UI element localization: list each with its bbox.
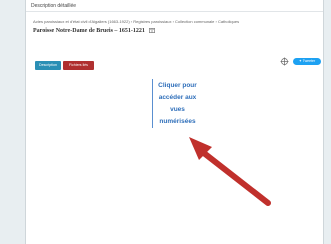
breadcrumb[interactable]: Actes paroissiaux et d'état civil d'Aiga… bbox=[33, 19, 239, 24]
register-book-icon[interactable] bbox=[149, 28, 156, 33]
callout-line-3[interactable]: vues bbox=[153, 106, 202, 113]
divider bbox=[26, 11, 323, 12]
twitter-bird-icon: ✦ bbox=[298, 59, 302, 63]
tab-linked-files[interactable]: Fichiers liés bbox=[63, 61, 94, 70]
page-title-text: Paroisse Notre-Dame de Brueis – 1651-122… bbox=[33, 28, 145, 34]
tweet-button-label: Tweeter bbox=[302, 59, 316, 63]
tab-description[interactable]: Description bbox=[35, 61, 61, 70]
tweet-button[interactable]: ✦ Tweeter bbox=[293, 58, 321, 65]
crosshair-icon[interactable] bbox=[280, 57, 289, 66]
callout-line-2[interactable]: accéder aux bbox=[153, 94, 202, 101]
view-scans-callout[interactable]: Cliquer pour accéder aux vues numérisées bbox=[152, 79, 202, 128]
detail-panel: Description détaillée Actes paroissiaux … bbox=[25, 0, 324, 244]
callout-line-4[interactable]: numérisées bbox=[153, 118, 202, 125]
callout-line-1[interactable]: Cliquer pour bbox=[153, 82, 202, 89]
page-title: Paroisse Notre-Dame de Brueis – 1651-122… bbox=[33, 28, 156, 34]
panel-title: Description détaillée bbox=[31, 3, 77, 9]
